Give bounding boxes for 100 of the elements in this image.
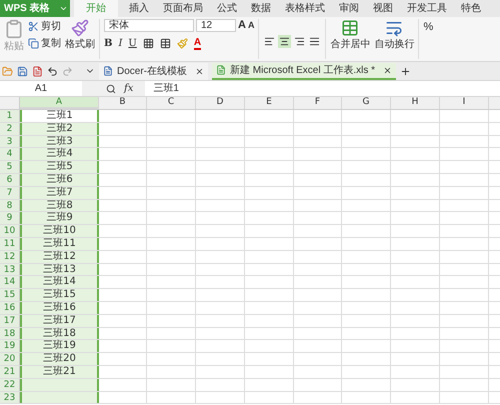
copy-icon [28, 38, 39, 49]
row-header[interactable]: 23 [0, 392, 20, 404]
row-header[interactable]: 17 [0, 314, 20, 327]
border-icon[interactable] [142, 38, 154, 49]
table-cell: 三班18 [20, 328, 99, 340]
table-cell: 三班19 [20, 340, 99, 352]
row-header[interactable]: 15 [0, 289, 20, 301]
document-tab[interactable]: Docer-在线模板 [99, 62, 208, 80]
caret-icon [59, 4, 68, 13]
document-tab[interactable]: 新建 Microsoft Excel 工作表.xls * [212, 62, 396, 80]
table-cell: 三班8 [20, 200, 99, 212]
format-painter-button[interactable]: 格式刷 [65, 37, 95, 52]
ribbon-tab[interactable]: 审阅 [332, 0, 366, 17]
formula-field[interactable]: 三班1 [145, 81, 500, 96]
row-header[interactable]: 5 [0, 161, 20, 173]
column-header[interactable]: G [342, 97, 391, 109]
document-icon[interactable] [32, 66, 43, 76]
table-cell: 三班6 [20, 174, 99, 186]
font-style-button[interactable]: B [104, 36, 112, 51]
font-style-button[interactable]: U [128, 36, 137, 51]
table-cell: 三班17 [20, 314, 99, 327]
font-size-field[interactable]: 12 [196, 19, 236, 32]
row-header[interactable]: 3 [0, 136, 20, 148]
ribbon-tab[interactable]: 插入 [122, 0, 156, 17]
table-cell: 三班11 [20, 238, 99, 250]
table-cell: 三班3 [20, 136, 99, 148]
grow-font-button[interactable]: A [238, 20, 246, 31]
table-cell: 三班5 [20, 161, 99, 173]
column-header[interactable]: F [294, 97, 342, 109]
font-color-button[interactable]: A [194, 38, 202, 50]
row-header[interactable]: 10 [0, 225, 20, 237]
file-icon [103, 66, 113, 76]
row-header[interactable]: 4 [0, 148, 20, 160]
align-button[interactable] [278, 35, 292, 48]
tab-title: Docer-在线模板 [117, 64, 188, 78]
row-header[interactable]: 2 [0, 122, 20, 135]
table-cell: 三班4 [20, 148, 99, 160]
align-button[interactable] [293, 35, 306, 48]
ribbon-tab[interactable]: 公式 [210, 0, 244, 17]
row-header[interactable]: 9 [0, 212, 20, 224]
close-icon[interactable] [383, 66, 392, 74]
name-box[interactable]: A1 [0, 81, 82, 96]
font-name-field[interactable]: 宋体 [104, 19, 194, 32]
table-cell: 三班2 [20, 122, 99, 135]
wrap-text-button[interactable]: 自动换行 [374, 37, 414, 52]
clipboard-icon[interactable] [4, 19, 24, 39]
save-icon[interactable] [17, 66, 28, 76]
merge-center-button[interactable]: 合并居中 [330, 37, 370, 52]
app-menu-button[interactable]: WPS 表格 [0, 0, 70, 17]
table-cell: 三班10 [20, 225, 99, 237]
shrink-font-button[interactable]: A [248, 21, 254, 30]
table-cell: 三班7 [20, 186, 99, 199]
column-header[interactable]: B [99, 97, 147, 109]
align-button[interactable] [263, 35, 276, 48]
row-header[interactable]: 7 [0, 186, 20, 199]
font-style-button[interactable]: I [118, 36, 122, 51]
new-tab-icon[interactable] [400, 66, 412, 76]
row-header[interactable]: 22 [0, 378, 20, 391]
row-header[interactable]: 8 [0, 200, 20, 212]
row-header[interactable]: 19 [0, 340, 20, 352]
column-header[interactable]: A [20, 97, 99, 109]
cut-button[interactable]: 剪切 [28, 19, 61, 34]
table-cell: 三班14 [20, 276, 99, 288]
wrap-icon[interactable] [385, 19, 404, 37]
table-cell: 三班16 [20, 302, 99, 314]
column-header[interactable]: I [440, 97, 489, 109]
ribbon-tab[interactable]: 页面布局 [156, 0, 210, 17]
close-icon[interactable] [195, 66, 204, 76]
percent-button[interactable]: % [423, 19, 434, 36]
row-header[interactable]: 18 [0, 328, 20, 340]
table-cell: 三班20 [20, 353, 99, 365]
ribbon-tab[interactable]: 数据 [244, 0, 278, 17]
row-header[interactable]: 13 [0, 264, 20, 276]
file-icon [216, 65, 226, 75]
search-icon[interactable] [106, 84, 116, 94]
function-button[interactable]: fx [124, 81, 134, 96]
table-cell: 三班9 [20, 212, 99, 224]
column-header[interactable]: C [147, 97, 196, 109]
table-cell: 三班15 [20, 289, 99, 301]
row-header[interactable]: 11 [0, 238, 20, 250]
ribbon-tab[interactable]: 表格样式 [278, 0, 332, 17]
column-header[interactable]: E [245, 97, 294, 109]
align-button[interactable] [308, 35, 322, 48]
copy-button[interactable]: 复制 [28, 36, 61, 51]
table-icon[interactable] [160, 38, 171, 49]
row-header[interactable]: 16 [0, 302, 20, 314]
column-header[interactable]: H [391, 97, 440, 109]
row-header[interactable]: 1 [0, 110, 20, 122]
ribbon-tab[interactable]: 视图 [366, 0, 400, 17]
ribbon-tab[interactable]: 开发工具 [400, 0, 454, 17]
brush-icon[interactable] [71, 19, 89, 37]
row-header[interactable]: 6 [0, 174, 20, 186]
ribbon-tab[interactable]: 特色 [454, 0, 488, 17]
column-header[interactable]: D [196, 97, 245, 109]
row-header[interactable]: 14 [0, 276, 20, 288]
row-header[interactable]: 21 [0, 366, 20, 378]
table-cell: 三班21 [20, 366, 99, 378]
row-header[interactable]: 12 [0, 250, 20, 263]
row-header[interactable]: 20 [0, 353, 20, 365]
undo-icon[interactable] [47, 66, 58, 76]
